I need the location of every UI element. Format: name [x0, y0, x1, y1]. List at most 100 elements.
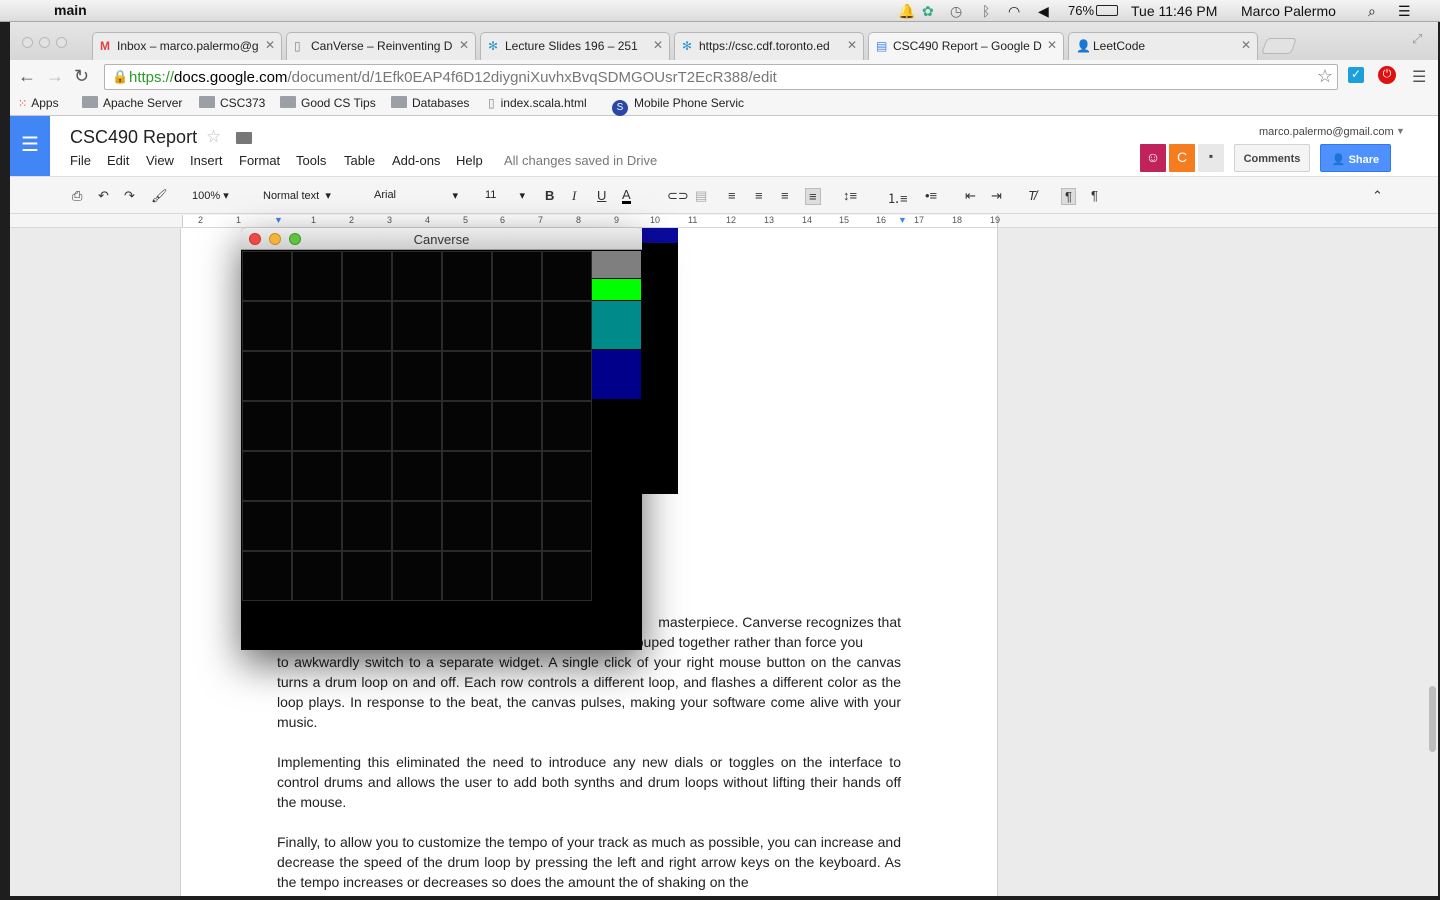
tab-gmail[interactable]: M Inbox – marco.palermo@g ✕ — [92, 32, 282, 60]
scrollbar-thumb[interactable] — [1429, 686, 1436, 752]
palette-swatch-teal[interactable] — [592, 301, 641, 349]
print-icon[interactable]: ⎙ — [72, 188, 82, 204]
grid-cell[interactable] — [342, 551, 392, 601]
font-select[interactable]: Arial ▾ — [374, 185, 458, 207]
comment-icon[interactable]: ▤ — [695, 188, 707, 204]
paint-format-icon[interactable]: 🖌 — [151, 188, 168, 204]
menubar-clock[interactable]: Tue 11:46 PM — [1131, 3, 1217, 19]
grid-cell[interactable] — [392, 501, 442, 551]
grid-cell[interactable] — [292, 501, 342, 551]
grid-cell[interactable] — [292, 451, 342, 501]
grid-cell[interactable] — [542, 351, 592, 401]
grid-cell[interactable] — [442, 501, 492, 551]
grid-cell[interactable] — [342, 451, 392, 501]
ltr-paragraph-icon[interactable]: ¶ — [1061, 188, 1076, 205]
style-select[interactable]: Normal text ▾ — [263, 185, 355, 207]
extension-check-icon[interactable]: ✓ — [1348, 67, 1364, 83]
grid-cell[interactable] — [392, 401, 442, 451]
line-spacing-icon[interactable]: ↕≡ — [843, 188, 857, 203]
bookmark-databases[interactable]: Databases — [391, 96, 469, 110]
chevron-down-icon[interactable]: ▼ — [1396, 126, 1405, 136]
canverse-titlebar[interactable]: Canverse — [241, 228, 642, 250]
grid-cell[interactable] — [542, 501, 592, 551]
grid-cell[interactable] — [242, 501, 292, 551]
grid-cell[interactable] — [242, 301, 292, 351]
grid-cell[interactable] — [242, 251, 292, 301]
grid-cell[interactable] — [342, 251, 392, 301]
share-button[interactable]: 👤 Share — [1320, 144, 1391, 172]
grid-cell[interactable] — [442, 401, 492, 451]
time-machine-icon[interactable]: ◷ — [950, 3, 962, 20]
menu-format[interactable]: Format — [239, 153, 280, 168]
menu-file[interactable]: File — [70, 153, 91, 168]
grid-cell[interactable] — [542, 251, 592, 301]
decrease-indent-icon[interactable]: ⇤ — [965, 188, 976, 204]
grid-cell[interactable] — [292, 551, 342, 601]
palette-swatch-green[interactable] — [592, 279, 641, 300]
grid-cell[interactable] — [542, 301, 592, 351]
grid-cell[interactable] — [492, 301, 542, 351]
bookmark-good-cs-tips[interactable]: Good CS Tips — [280, 96, 376, 110]
grid-cell[interactable] — [492, 451, 542, 501]
comments-button[interactable]: Comments — [1234, 144, 1310, 172]
back-icon[interactable]: ← — [18, 66, 36, 87]
rtl-paragraph-icon[interactable]: ¶ — [1091, 188, 1098, 203]
undo-icon[interactable]: ↶ — [98, 188, 109, 204]
font-size-select[interactable]: 11 ▾ — [485, 185, 525, 207]
grid-cell[interactable] — [442, 451, 492, 501]
link-icon[interactable]: ⊂⊃ — [667, 188, 689, 204]
close-window-button[interactable] — [249, 233, 261, 245]
tab-lecture-slides[interactable]: ✻ Lecture Slides 196 – 251 ✕ — [480, 32, 670, 60]
ruler[interactable]: 2 1 ▼ 1 2 3 4 5 6 7 8 9 10 11 12 13 14 1… — [10, 214, 1438, 228]
chat-icon[interactable]: ▪ — [1198, 144, 1224, 172]
grid-cell[interactable] — [442, 251, 492, 301]
grid-cell[interactable] — [392, 251, 442, 301]
italic-icon[interactable]: I — [572, 188, 576, 204]
extension-power-icon[interactable]: ⏻ — [1378, 66, 1396, 84]
bookmark-index-scala[interactable]: ▯ index.scala.html — [488, 96, 587, 110]
close-window-button[interactable] — [22, 37, 33, 48]
close-tab-icon[interactable]: ✕ — [847, 38, 857, 52]
folder-icon[interactable] — [236, 132, 252, 144]
close-tab-icon[interactable]: ✕ — [1047, 38, 1057, 52]
address-bar[interactable]: 🔒 https://docs.google.com/document/d/1Efk… — [104, 64, 1338, 90]
bold-icon[interactable]: B — [545, 188, 554, 203]
grid-cell[interactable] — [342, 301, 392, 351]
grid-cell[interactable] — [342, 351, 392, 401]
grid-cell[interactable] — [392, 451, 442, 501]
zoom-select[interactable]: 100% ▾ — [192, 185, 242, 207]
grid-cell[interactable] — [292, 251, 342, 301]
notification-icon[interactable]: 🔔 — [898, 3, 915, 20]
reload-icon[interactable]: ↻ — [74, 66, 89, 87]
menu-table[interactable]: Table — [344, 153, 375, 168]
align-center-icon[interactable]: ≡ — [755, 188, 763, 203]
grid-cell[interactable] — [342, 401, 392, 451]
grid-cell[interactable] — [542, 451, 592, 501]
palette-swatch-navy[interactable] — [592, 350, 641, 399]
text-color-icon[interactable]: A — [622, 188, 631, 204]
wifi-icon[interactable]: ◠ — [1008, 3, 1020, 20]
menu-edit[interactable]: Edit — [107, 153, 129, 168]
menu-view[interactable]: View — [146, 153, 174, 168]
grid-cell[interactable] — [242, 451, 292, 501]
grid-cell[interactable] — [492, 401, 542, 451]
grid-cell[interactable] — [442, 301, 492, 351]
drum-grid[interactable] — [242, 251, 592, 601]
palette-swatch-gray[interactable] — [592, 251, 641, 278]
grid-cell[interactable] — [392, 351, 442, 401]
align-left-icon[interactable]: ≡ — [728, 188, 736, 203]
close-tab-icon[interactable]: ✕ — [1241, 38, 1251, 52]
grid-cell[interactable] — [492, 251, 542, 301]
minimize-window-button[interactable] — [39, 37, 50, 48]
grid-cell[interactable] — [292, 351, 342, 401]
menu-addons[interactable]: Add-ons — [392, 153, 440, 168]
menu-tools[interactable]: Tools — [296, 153, 326, 168]
grid-cell[interactable] — [442, 351, 492, 401]
close-tab-icon[interactable]: ✕ — [459, 38, 469, 52]
grid-cell[interactable] — [292, 301, 342, 351]
collaborator-avatar-letter[interactable]: C — [1169, 144, 1195, 172]
grid-cell[interactable] — [492, 551, 542, 601]
account-email[interactable]: marco.palermo@gmail.com — [1259, 126, 1394, 138]
star-icon[interactable]: ☆ — [206, 127, 221, 147]
new-tab-button[interactable] — [1261, 38, 1297, 54]
